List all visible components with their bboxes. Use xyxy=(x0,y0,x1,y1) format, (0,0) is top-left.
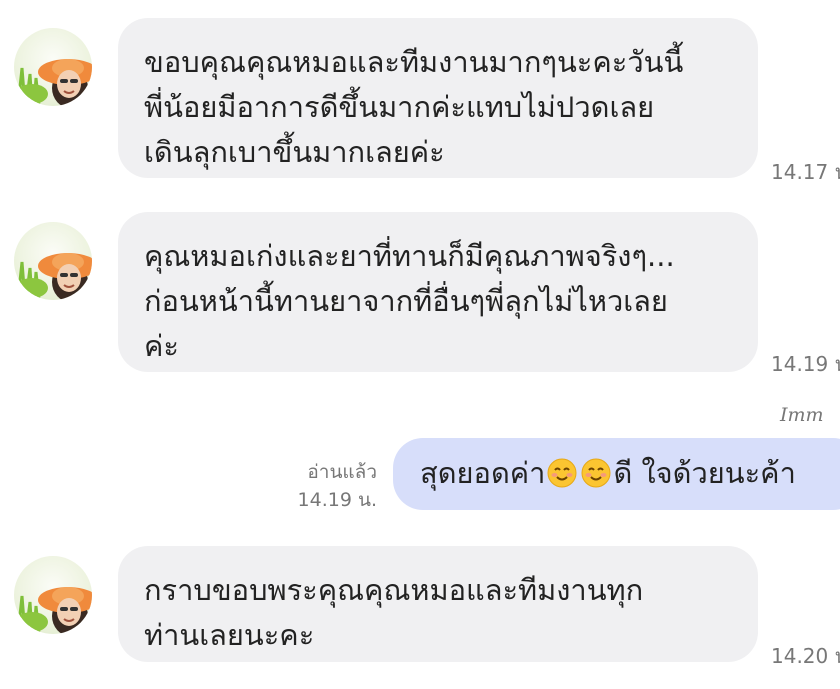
read-receipt: อ่านแล้ว 14.19 น. xyxy=(298,458,377,514)
outgoing-message-bubble[interactable]: สุดยอดค่า ดี ใจด้วยนะค้า xyxy=(393,438,840,510)
message-line: ขอบคุณคุณหมอและทีมงานมากๆนะคะวันนี้ xyxy=(144,45,684,79)
message-line: พี่น้อยมีอาการดีขึ้นมากค่ะแทบไม่ปวดเลย xyxy=(144,90,655,124)
incoming-message-bubble[interactable]: กราบขอบพระคุณคุณหมอและทีมงานทุก ท่านเลยน… xyxy=(118,546,758,662)
message-text-part: สุดยอดค่า xyxy=(420,456,546,490)
message-timestamp: 14.20 น xyxy=(771,644,840,668)
sender-avatar[interactable] xyxy=(14,556,92,634)
message-line: ค่ะ xyxy=(144,329,179,363)
sender-avatar[interactable] xyxy=(14,28,92,106)
message-line: ท่านเลยนะคะ xyxy=(144,618,315,652)
message-timestamp: 14.17 น xyxy=(771,160,840,184)
message-timestamp: 14.19 น. xyxy=(297,489,377,511)
avatar-photo xyxy=(16,587,92,634)
avatar-photo xyxy=(16,59,92,106)
message-text-part: ดี ใจด้วยนะค้า xyxy=(613,456,796,490)
message-line: ก่อนหน้านี้ทานยาจากที่อื่นๆพี่ลุกไม่ไหวเ… xyxy=(144,284,668,318)
message-line: กราบขอบพระคุณคุณหมอและทีมงานทุก xyxy=(144,573,644,607)
message-line: คุณหมอเก่งและยาที่ทานก็มีคุณภาพจริงๆ... xyxy=(144,239,675,273)
avatar-photo xyxy=(16,253,92,300)
sender-name-label: Imm xyxy=(780,404,824,426)
incoming-message-bubble[interactable]: คุณหมอเก่งและยาที่ทานก็มีคุณภาพจริงๆ... … xyxy=(118,212,758,372)
smiling-face-icon xyxy=(547,456,577,488)
message-line: เดินลุกเบาขึ้นมากเลยค่ะ xyxy=(144,135,445,169)
incoming-message-bubble[interactable]: ขอบคุณคุณหมอและทีมงานมากๆนะคะวันนี้ พี่น… xyxy=(118,18,758,178)
message-timestamp: 14.19 น xyxy=(771,352,840,376)
sender-avatar[interactable] xyxy=(14,222,92,300)
smiling-face-icon xyxy=(581,456,611,488)
read-status: อ่านแล้ว xyxy=(307,461,377,483)
